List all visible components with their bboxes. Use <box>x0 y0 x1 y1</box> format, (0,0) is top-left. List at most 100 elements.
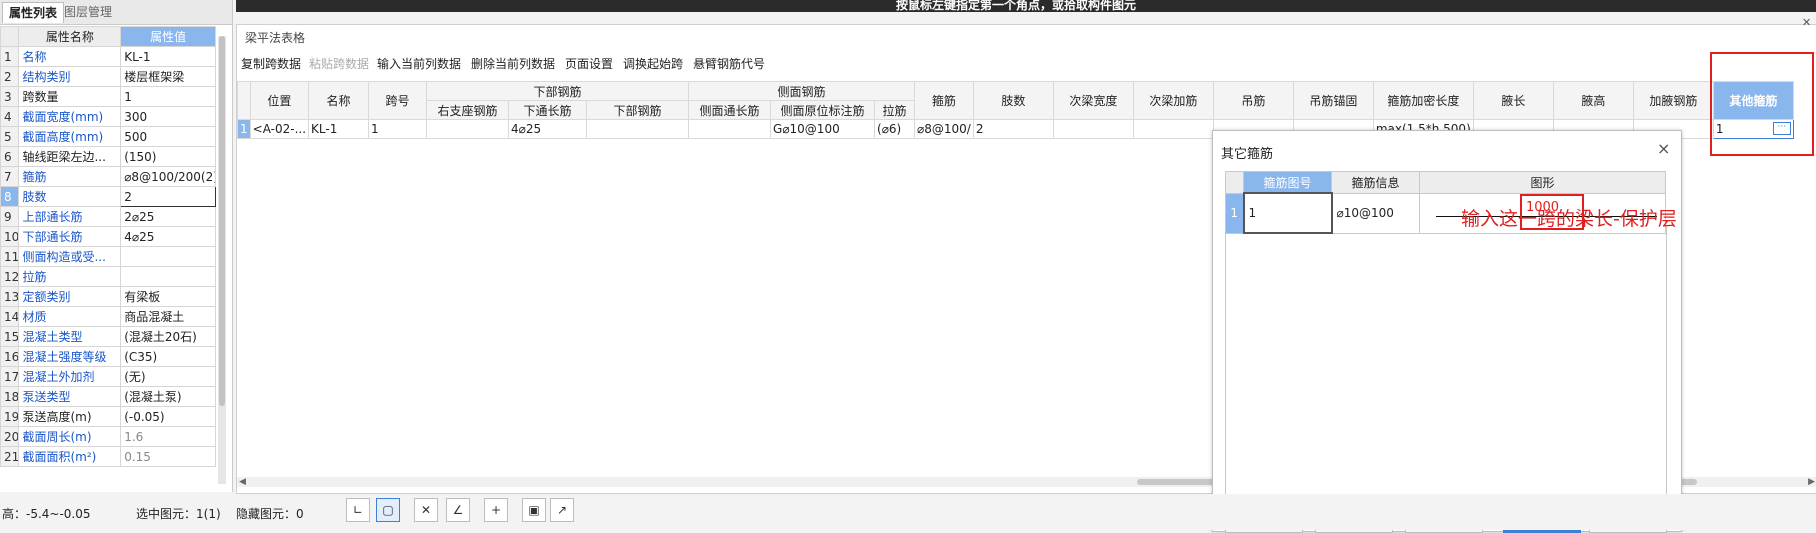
status-selected: 选中图元：1(1) <box>136 507 221 521</box>
table-row[interactable]: 16 混凝土强度等级 (C35) <box>0 346 216 367</box>
property-panel: 属性列表 图层管理 属性名称 属性值 1 名称 KL-1 2 结构类别 楼层框架梁 3 跨数量… <box>0 0 233 492</box>
cell-tie[interactable]: (⌀6) <box>874 119 916 139</box>
table-row[interactable]: 10 下部通长筋 4⌀25 <box>0 226 216 247</box>
table-row[interactable]: 20 截面周长(m) 1.6 <box>0 426 216 447</box>
cell-span[interactable]: 1 <box>368 119 428 139</box>
property-value[interactable]: 2 <box>120 186 216 207</box>
property-panel-scrollbar[interactable] <box>218 36 226 484</box>
scroll-right-icon[interactable]: ▶ <box>1808 477 1815 487</box>
property-value[interactable]: 0.15 <box>120 446 216 467</box>
row-number: 8 <box>0 186 20 207</box>
property-value[interactable]: 楼层框架梁 <box>120 66 216 87</box>
table-row[interactable]: 19 泵送高度(m) (-0.05) <box>0 406 216 427</box>
property-value[interactable]: ⌀8@100/200(2) <box>120 166 216 187</box>
ortho-mode-icon[interactable]: ∟ <box>346 498 370 522</box>
tab-layer-management[interactable]: 图层管理 <box>58 2 118 22</box>
cantilever-code-button[interactable]: 悬臂钢筋代号 <box>693 55 765 72</box>
tab-property-list[interactable]: 属性列表 <box>2 2 65 23</box>
property-value[interactable] <box>120 266 216 287</box>
row-number: 12 <box>0 266 20 287</box>
input-column-data-button[interactable]: 输入当前列数据 <box>377 55 461 72</box>
cell-side-through[interactable] <box>688 119 772 139</box>
property-value[interactable] <box>120 246 216 267</box>
table-row[interactable]: 6 轴线距梁左边... (150) <box>0 146 216 167</box>
row-number: 1 <box>0 46 20 67</box>
cross-snap-icon[interactable]: ✕ <box>414 498 438 522</box>
property-value[interactable]: 500 <box>120 126 216 147</box>
cell-legs[interactable]: 2 <box>972 119 1054 139</box>
table-row[interactable]: 4 截面宽度(mm) 300 <box>0 106 216 127</box>
property-value-header: 属性值 <box>120 26 216 47</box>
table-row[interactable]: 5 截面高度(mm) 500 <box>0 126 216 147</box>
cell-side-original[interactable]: G⌀10@100 <box>770 119 876 139</box>
col-name: 名称 <box>308 81 370 120</box>
property-name: 材质 <box>18 306 122 327</box>
grid-corner <box>237 81 251 120</box>
object-snap-icon[interactable]: ▢ <box>376 498 400 522</box>
property-value[interactable]: KL-1 <box>120 46 216 67</box>
table-row[interactable]: 1 名称 KL-1 <box>0 46 216 67</box>
row-number[interactable]: 1 <box>237 119 251 139</box>
cell-bottom-bar[interactable] <box>586 119 690 139</box>
table-row[interactable]: 11 侧面构造或受... <box>0 246 216 267</box>
property-value[interactable]: (混凝土20石) <box>120 326 216 347</box>
swap-start-span-button[interactable]: 调换起始跨 <box>623 55 683 72</box>
paste-span-data-button[interactable]: 粘贴跨数据 <box>309 55 369 72</box>
property-value[interactable]: 4⌀25 <box>120 226 216 247</box>
cell-secondary-add[interactable] <box>1132 119 1214 139</box>
col-secondary-width: 次梁宽度 <box>1052 81 1134 120</box>
table-row[interactable]: 3 跨数量 1 <box>0 86 216 107</box>
scroll-left-icon[interactable]: ◀ <box>239 477 246 487</box>
table-row[interactable]: 12 拉筋 <box>0 266 216 287</box>
col-legs: 肢数 <box>972 81 1054 120</box>
table-row[interactable]: 13 定额类别 有梁板 <box>0 286 216 307</box>
property-name: 截面高度(mm) <box>18 126 122 147</box>
property-value[interactable]: (-0.05) <box>120 406 216 427</box>
table-row[interactable]: 15 混凝土类型 (混凝土20石) <box>0 326 216 347</box>
display-icon[interactable]: ▣ <box>522 498 546 522</box>
table-row[interactable]: 17 混凝土外加剂 (无) <box>0 366 216 387</box>
property-value[interactable]: 2⌀25 <box>120 206 216 227</box>
cell-right-support[interactable] <box>426 119 510 139</box>
table-row[interactable]: 21 截面面积(m²) 0.15 <box>0 446 216 467</box>
table-row[interactable]: 9 上部通长筋 2⌀25 <box>0 206 216 227</box>
table-row[interactable]: 2 结构类别 楼层框架梁 <box>0 66 216 87</box>
cell-position[interactable]: <A-02-... <box>249 119 310 139</box>
cell-bottom-through[interactable]: 4⌀25 <box>508 119 588 139</box>
table-row[interactable]: 8 肢数 2 <box>0 186 216 207</box>
status-hidden: 隐藏图元：0 <box>236 507 304 521</box>
row-number: 15 <box>0 326 20 347</box>
col-haunch-bar: 加腋钢筋 <box>1632 81 1714 120</box>
page-settings-button[interactable]: 页面设置 <box>565 55 613 72</box>
property-value[interactable]: 商品混凝土 <box>120 306 216 327</box>
property-value[interactable]: (C35) <box>120 346 216 367</box>
arc-icon[interactable]: ↗ <box>550 498 574 522</box>
cell-stirrup[interactable]: ⌀8@100/ <box>914 119 974 139</box>
property-value[interactable]: 有梁板 <box>120 286 216 307</box>
col-bottom-through: 下通长筋 <box>508 100 588 120</box>
close-icon[interactable]: ✕ <box>1802 16 1811 29</box>
cell-name[interactable]: KL-1 <box>308 119 370 139</box>
property-value[interactable]: 300 <box>120 106 216 127</box>
property-value[interactable]: 1.6 <box>120 426 216 447</box>
property-value[interactable]: 1 <box>120 86 216 107</box>
property-value[interactable]: (150) <box>120 146 216 167</box>
property-name-header: 属性名称 <box>18 26 122 47</box>
property-value[interactable]: (无) <box>120 366 216 387</box>
col-stirrup-info: 箍筋信息 <box>1331 171 1420 194</box>
table-row[interactable]: 14 材质 商品混凝土 <box>0 306 216 327</box>
delete-column-data-button[interactable]: 删除当前列数据 <box>471 55 555 72</box>
copy-span-data-button[interactable]: 复制跨数据 <box>241 55 301 72</box>
cell-secondary-width[interactable] <box>1052 119 1134 139</box>
dynamic-input-icon[interactable]: + <box>484 498 508 522</box>
row-number: 2 <box>0 66 20 87</box>
property-name: 泵送高度(m) <box>18 406 122 427</box>
angle-icon[interactable]: ∠ <box>446 498 470 522</box>
table-row[interactable]: 7 箍筋 ⌀8@100/200(2) <box>0 166 216 187</box>
table-row[interactable]: 18 泵送类型 (混凝土泵) <box>0 386 216 407</box>
property-value[interactable]: (混凝土泵) <box>120 386 216 407</box>
window-title: 梁平法表格 <box>245 31 306 45</box>
prompt-text: 按鼠标左键指定第一个角点，或拾取构件图元 <box>896 0 1137 12</box>
dialog-close-icon[interactable]: × <box>1657 139 1670 158</box>
scrollbar-thumb[interactable] <box>219 36 225 406</box>
